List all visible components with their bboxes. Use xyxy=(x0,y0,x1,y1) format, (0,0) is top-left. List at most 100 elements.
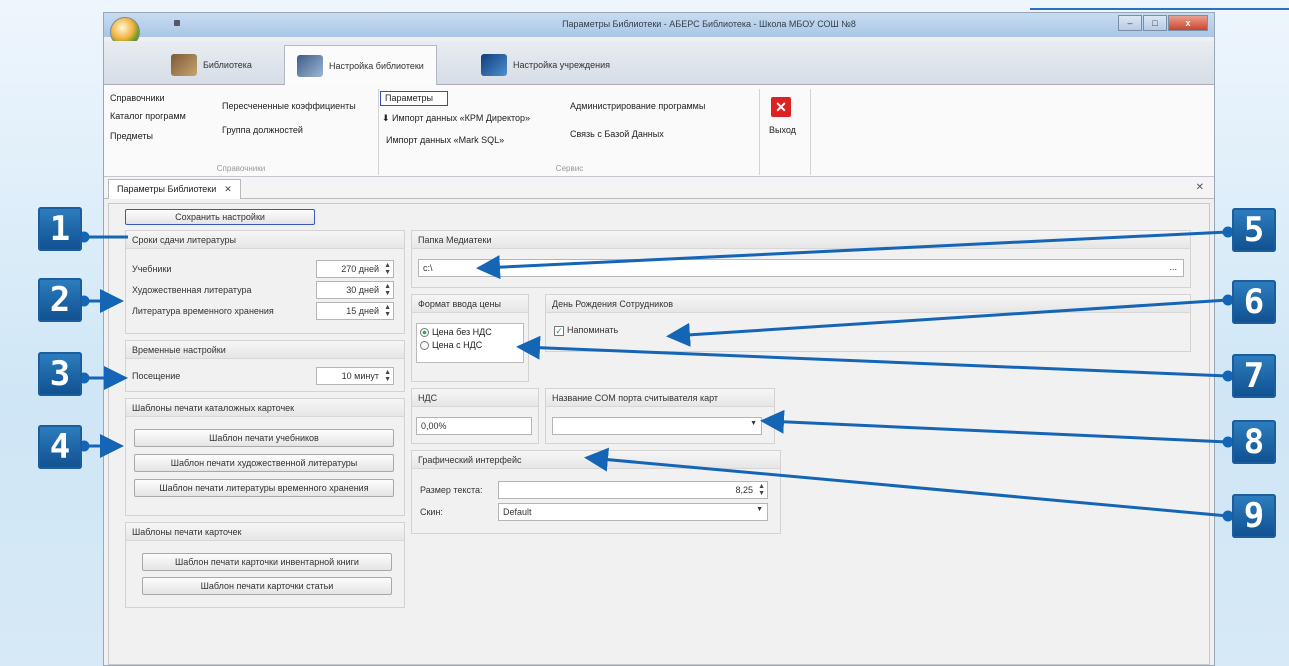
ribbon-item-positions[interactable]: Группа должностей xyxy=(222,125,303,135)
deadlines-panel: Сроки сдачи литературы Учебники 270 дней… xyxy=(125,230,405,334)
tab-library-settings[interactable]: Настройка библиотеки xyxy=(284,45,437,85)
callout-badge-5: 5 xyxy=(1232,208,1276,252)
chevron-down-icon[interactable]: ▼ xyxy=(756,506,763,513)
com-port-title: Название COM порта считывателя карт xyxy=(546,389,774,407)
callout-badge-4: 4 xyxy=(38,425,82,469)
temporary-days-value: 15 дней xyxy=(346,306,379,316)
remind-checkbox[interactable]: ✓ Напоминать xyxy=(554,325,618,336)
vat-panel: НДС 0,00% xyxy=(411,388,539,444)
chevron-down-icon[interactable]: ▼ xyxy=(750,420,757,427)
skin-select[interactable]: Default ▼ xyxy=(498,503,768,521)
media-folder-panel: Папка Медиатеки c:\... xyxy=(411,230,1191,288)
ribbon-item-references[interactable]: Справочники xyxy=(110,93,165,103)
deadlines-title: Сроки сдачи литературы xyxy=(126,231,404,249)
spin-arrows-icon[interactable]: ▲ ▼ xyxy=(384,369,391,383)
price-with-vat-label: Цена с НДС xyxy=(432,340,483,351)
media-folder-input[interactable]: c:\... xyxy=(418,259,1184,277)
text-size-stepper[interactable]: 8,25 ▲ ▼ xyxy=(498,481,768,499)
price-no-vat-option[interactable]: Цена без НДС xyxy=(420,327,520,338)
window-controls: – □ x xyxy=(1117,15,1208,31)
ribbon: Справочники Каталог программ Предметы Пе… xyxy=(104,85,1214,177)
price-no-vat-label: Цена без НДС xyxy=(432,327,492,337)
save-settings-button[interactable]: Сохранить настройки xyxy=(125,209,315,225)
close-button[interactable]: x xyxy=(1168,15,1208,31)
top-accent-line xyxy=(1030,8,1289,10)
card-templates-title: Шаблоны печати карточек xyxy=(126,523,404,541)
article-card-template-button[interactable]: Шаблон печати карточки статьи xyxy=(142,577,392,595)
tab-library-label: Библиотека xyxy=(203,60,252,70)
price-with-vat-option[interactable]: Цена с НДС xyxy=(420,340,520,351)
exit-icon[interactable]: ✕ xyxy=(771,97,791,117)
textbooks-days-stepper[interactable]: 270 дней ▲ ▼ xyxy=(316,260,394,278)
title-bar: Параметры Библиотеки - АБЕРС Библиотека … xyxy=(104,13,1214,37)
tab-institution-settings[interactable]: Настройка учреждения xyxy=(469,45,622,85)
ribbon-item-coefficients[interactable]: Пересчененные коэффициенты xyxy=(222,101,356,111)
temporary-template-button[interactable]: Шаблон печати литературы временного хран… xyxy=(134,479,394,497)
ribbon-item-import-mark[interactable]: Импорт данных «Mark SQL» xyxy=(386,135,504,145)
quick-access-icon[interactable] xyxy=(174,20,180,26)
inventory-card-template-button[interactable]: Шаблон печати карточки инвентарной книги xyxy=(142,553,392,571)
maximize-button[interactable]: □ xyxy=(1143,15,1167,31)
ribbon-item-subjects[interactable]: Предметы xyxy=(110,131,153,141)
ribbon-group-caption: Справочники xyxy=(216,164,266,173)
com-port-panel: Название COM порта считывателя карт ▼ xyxy=(545,388,775,444)
ribbon-item-import-crm-label: Импорт данных «КРМ Директор» xyxy=(392,113,531,123)
callout-badge-7: 7 xyxy=(1232,354,1276,398)
tab-library[interactable]: Библиотека xyxy=(159,45,264,85)
catalog-templates-title: Шаблоны печати каталожных карточек xyxy=(126,399,404,417)
window-title: Параметры Библиотеки - АБЕРС Библиотека … xyxy=(562,19,856,29)
catalog-templates-panel: Шаблоны печати каталожных карточек Шабло… xyxy=(125,398,405,516)
document-tab-bar: Параметры Библиотеки ✕ ✕ xyxy=(104,177,1214,199)
settings-content: Сохранить настройки Сроки сдачи литерату… xyxy=(108,203,1210,665)
price-format-radio-group: Цена без НДС Цена с НДС xyxy=(416,323,524,363)
radio-unselected-icon[interactable] xyxy=(420,341,429,351)
gui-title: Графический интерфейс xyxy=(412,451,780,469)
temporary-label: Литература временного хранения xyxy=(132,306,274,316)
tab-library-settings-label: Настройка библиотеки xyxy=(329,60,424,71)
vat-input[interactable]: 0,00% xyxy=(416,417,532,435)
textbooks-template-button[interactable]: Шаблон печати учебников xyxy=(134,429,394,447)
fiction-template-button[interactable]: Шаблон печати художественной литературы xyxy=(134,454,394,472)
birthday-panel: День Рождения Сотрудников ✓ Напоминать xyxy=(545,294,1191,352)
tab-institution-settings-label: Настройка учреждения xyxy=(513,60,611,70)
ribbon-group-references: Справочники Каталог программ Предметы Пе… xyxy=(104,89,379,175)
spin-arrows-icon[interactable]: ▲ ▼ xyxy=(384,304,391,318)
ribbon-item-admin[interactable]: Администрирование программы xyxy=(570,101,705,111)
spin-arrows-icon[interactable]: ▲ ▼ xyxy=(384,262,391,276)
ribbon-group-caption: Сервис xyxy=(555,164,584,173)
tab-library-parameters[interactable]: Параметры Библиотеки ✕ xyxy=(108,179,241,199)
checkmark-icon[interactable]: ✓ xyxy=(554,325,564,336)
visit-minutes-value: 10 минут xyxy=(341,371,379,381)
callout-badge-8: 8 xyxy=(1232,420,1276,464)
library-settings-icon xyxy=(297,54,323,77)
ribbon-group-exit: ✕ Выход xyxy=(761,89,811,175)
temporary-days-stepper[interactable]: 15 дней ▲ ▼ xyxy=(316,302,394,320)
price-format-title: Формат ввода цены xyxy=(412,295,528,313)
card-templates-panel: Шаблоны печати карточек Шаблон печати ка… xyxy=(125,522,405,608)
skin-value: Default xyxy=(503,507,532,517)
ribbon-item-database[interactable]: Связь с Базой Данных xyxy=(570,129,664,139)
radio-selected-icon[interactable] xyxy=(420,328,429,338)
ribbon-item-parameters[interactable]: Параметры xyxy=(380,91,448,106)
ribbon-item-catalog[interactable]: Каталог программ xyxy=(110,111,186,121)
time-settings-title: Временные настройки xyxy=(126,341,404,359)
institution-settings-icon xyxy=(481,54,507,76)
visit-minutes-stepper[interactable]: 10 минут ▲ ▼ xyxy=(316,367,394,385)
close-document-icon[interactable]: ✕ xyxy=(1196,182,1204,193)
price-format-panel: Формат ввода цены Цена без НДС Цена с НД… xyxy=(411,294,529,382)
download-icon: ⬇ xyxy=(382,113,393,123)
birthday-title: День Рождения Сотрудников xyxy=(546,295,1190,313)
close-icon[interactable]: ✕ xyxy=(224,184,232,194)
books-icon xyxy=(171,54,197,76)
ribbon-item-import-crm[interactable]: ⬇ Импорт данных «КРМ Директор» xyxy=(382,113,530,124)
media-folder-value: c:\ xyxy=(423,263,433,273)
minimize-button[interactable]: – xyxy=(1118,15,1142,31)
fiction-days-stepper[interactable]: 30 дней ▲ ▼ xyxy=(316,281,394,299)
textbooks-days-value: 270 дней xyxy=(341,264,379,274)
browse-button[interactable]: ... xyxy=(1169,262,1177,272)
spin-arrows-icon[interactable]: ▲ ▼ xyxy=(384,283,391,297)
spin-arrows-icon[interactable]: ▲ ▼ xyxy=(758,483,765,497)
exit-button[interactable]: Выход xyxy=(769,125,796,135)
skin-label: Скин: xyxy=(420,507,443,517)
com-port-select[interactable]: ▼ xyxy=(552,417,762,435)
